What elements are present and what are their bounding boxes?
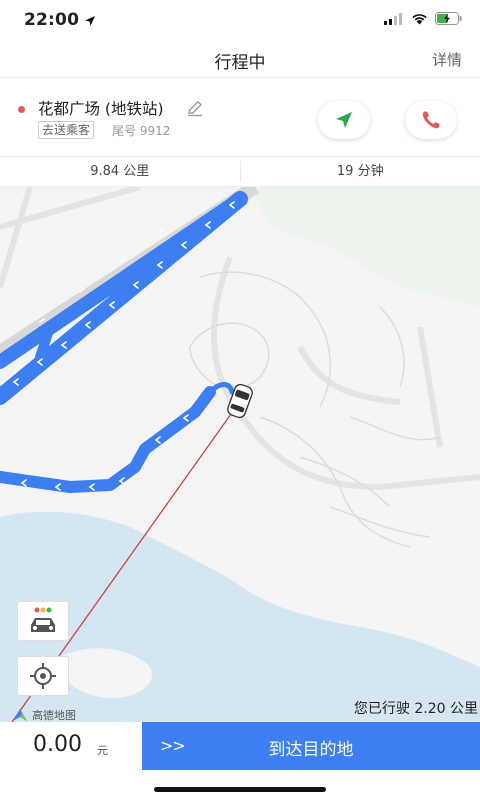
map-provider-logo: 高德地图 xyxy=(12,707,76,722)
status-time: 22:00 xyxy=(24,10,80,30)
status-icons xyxy=(384,12,462,25)
phone-icon xyxy=(422,111,440,129)
crosshair-icon xyxy=(30,663,56,689)
map-canvas xyxy=(0,187,480,722)
destination-name: 花都广场 (地铁站) xyxy=(38,100,164,118)
passenger-tail-number: 尾号 9912 xyxy=(112,124,171,138)
arrive-destination-label: 到达目的地 xyxy=(268,740,354,760)
fare-amount: 0.00 xyxy=(33,732,82,757)
locate-me-button[interactable] xyxy=(17,656,69,696)
trip-info-panel: 花都广场 (地铁站) 去送乘客 尾号 9912 xyxy=(0,79,480,157)
battery-charging-icon xyxy=(435,12,462,25)
map-view[interactable]: 高德地图 您已行驶 2.20 公里 xyxy=(0,187,480,722)
status-bar: 22:00 xyxy=(0,0,480,44)
fare-display: 0.00 元 xyxy=(0,722,142,770)
trip-status-tag: 去送乘客 xyxy=(38,121,95,139)
cellular-signal-icon xyxy=(384,12,402,25)
call-button[interactable] xyxy=(405,101,457,139)
trip-metrics: 9.84 公里 19 分钟 xyxy=(0,157,480,187)
arrive-destination-button[interactable]: >> 到达目的地 xyxy=(142,722,480,770)
remaining-distance: 9.84 公里 xyxy=(90,164,150,179)
navigation-arrow-icon xyxy=(336,112,352,128)
traffic-car-icon xyxy=(31,607,55,632)
wifi-icon xyxy=(412,13,427,24)
traffic-toggle-button[interactable] xyxy=(17,601,69,641)
amap-logo-icon xyxy=(13,709,27,721)
distance-driven: 您已行驶 2.20 公里 xyxy=(353,701,478,717)
edit-destination-icon[interactable] xyxy=(186,99,204,117)
navigate-button[interactable] xyxy=(318,101,370,139)
page-title: 行程中 xyxy=(214,53,266,73)
destination-dot-icon xyxy=(18,106,25,113)
remaining-time: 19 分钟 xyxy=(336,164,384,179)
home-indicator-area xyxy=(0,770,480,800)
home-indicator[interactable] xyxy=(154,787,326,792)
nav-bar: 行程中 详情 xyxy=(0,44,480,78)
map-provider-name: 高德地图 xyxy=(32,709,76,722)
location-arrow-icon xyxy=(85,16,95,26)
fare-unit: 元 xyxy=(97,744,108,757)
details-link[interactable]: 详情 xyxy=(432,49,462,70)
